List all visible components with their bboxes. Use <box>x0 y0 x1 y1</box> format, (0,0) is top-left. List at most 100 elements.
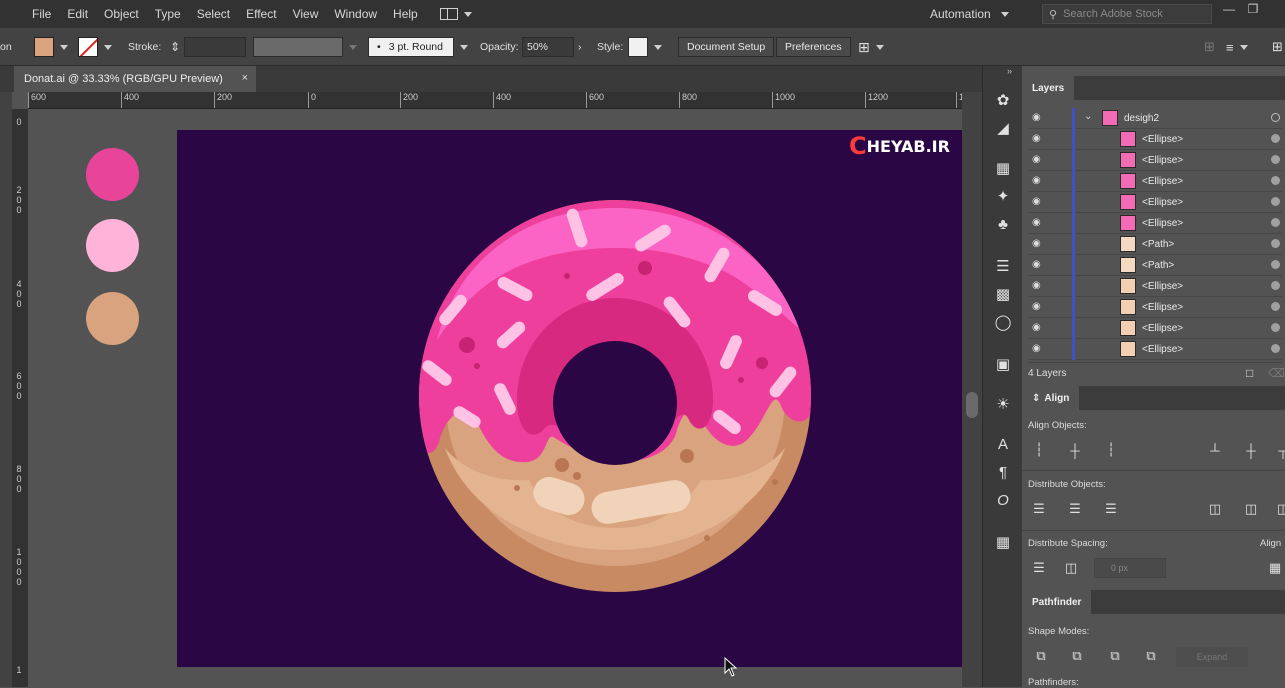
distribute-vcenter-icon[interactable]: ☰ <box>1066 501 1084 517</box>
search-stock-input[interactable]: ⚲ Search Adobe Stock <box>1042 4 1212 24</box>
align-hcenter-icon[interactable]: ┼ <box>1066 442 1084 458</box>
eye-icon[interactable]: ◉ <box>1032 301 1044 313</box>
distribute-bottom-icon[interactable]: ☰ <box>1102 501 1120 517</box>
layer-row[interactable]: ◉ <Path> <box>1028 255 1282 276</box>
swatch-light-pink-circle[interactable] <box>86 219 139 272</box>
pathfinder-tab[interactable]: Pathfinder <box>1022 590 1092 614</box>
collapse-icon[interactable]: » <box>1007 66 1012 76</box>
distribute-hspace-icon[interactable]: ◫ <box>1062 560 1080 576</box>
menu-help[interactable]: Help <box>385 7 426 21</box>
menu-view[interactable]: View <box>285 7 327 21</box>
chevron-down-icon[interactable] <box>104 44 112 50</box>
layer-row[interactable]: ◉ <Ellipse> <box>1028 192 1282 213</box>
target-icon[interactable] <box>1271 155 1280 164</box>
transform-icon[interactable]: ▦ <box>993 532 1013 552</box>
target-icon[interactable] <box>1271 344 1280 353</box>
eye-icon[interactable]: ◉ <box>1032 259 1044 271</box>
chevron-down-icon[interactable] <box>460 44 468 50</box>
color-guide-icon[interactable]: ✿ <box>993 90 1013 110</box>
stroke-stepper-icon[interactable]: ⇕ <box>170 37 180 57</box>
canvas[interactable]: C HEYAB.IR <box>28 110 962 687</box>
profile-field[interactable] <box>253 37 343 57</box>
brushes-icon[interactable]: ✦ <box>993 186 1013 206</box>
unite-icon[interactable]: ⧉ <box>1032 648 1050 664</box>
menu-window[interactable]: Window <box>326 7 385 21</box>
menu-select[interactable]: Select <box>189 7 238 21</box>
trash-icon[interactable]: ⌫ <box>1268 366 1285 380</box>
align-top-icon[interactable]: ┴ <box>1206 442 1224 458</box>
new-layer-icon[interactable]: □ <box>1246 366 1253 380</box>
menu-edit[interactable]: Edit <box>59 7 96 21</box>
layer-row[interactable]: ◉ <Ellipse> <box>1028 129 1282 150</box>
opacity-field[interactable]: 50% › <box>522 37 582 57</box>
target-icon[interactable] <box>1271 197 1280 206</box>
exclude-icon[interactable]: ⧉ <box>1142 648 1160 664</box>
eye-icon[interactable]: ◉ <box>1032 343 1044 355</box>
arrange-documents-icon[interactable] <box>439 8 458 20</box>
grid-icon[interactable]: ⊞ <box>1204 37 1215 57</box>
align-vcenter-icon[interactable]: ┼ <box>1242 442 1260 458</box>
layer-row[interactable]: ◉ <Ellipse> <box>1028 171 1282 192</box>
swatch-tan-circle[interactable] <box>86 292 139 345</box>
vertical-scrollbar[interactable] <box>962 92 982 687</box>
eye-icon[interactable]: ◉ <box>1032 217 1044 229</box>
stroke-color-picker[interactable] <box>78 37 112 57</box>
graphic-styles-icon[interactable]: ☀ <box>993 394 1013 414</box>
fill-color-picker[interactable] <box>34 37 68 57</box>
eye-icon[interactable]: ◉ <box>1032 175 1044 187</box>
menu-type[interactable]: Type <box>147 7 189 21</box>
target-icon[interactable] <box>1271 260 1280 269</box>
appearance-icon[interactable]: ▣ <box>993 354 1013 374</box>
eye-icon[interactable]: ◉ <box>1032 280 1044 292</box>
align-right-icon[interactable]: ┆ <box>1102 442 1120 458</box>
character-icon[interactable]: A <box>993 434 1013 454</box>
eye-icon[interactable]: ◉ <box>1032 196 1044 208</box>
target-icon[interactable] <box>1271 323 1280 332</box>
align-bottom-icon[interactable]: ┬ <box>1274 442 1285 458</box>
layer-row[interactable]: ◉ <Ellipse> <box>1028 318 1282 339</box>
swatches-icon[interactable]: ▦ <box>993 158 1013 178</box>
minus-front-icon[interactable]: ⧉ <box>1068 648 1086 664</box>
minimize-icon[interactable]: — <box>1222 2 1236 16</box>
target-icon[interactable] <box>1271 218 1280 227</box>
target-icon[interactable] <box>1271 281 1280 290</box>
chevron-down-icon[interactable] <box>463 11 472 17</box>
distribute-top-icon[interactable]: ☰ <box>1030 501 1048 517</box>
variable-width-profile[interactable] <box>253 37 357 57</box>
chevron-down-icon[interactable]: ⌄ <box>1084 111 1092 122</box>
layer-row[interactable]: ◉ <Ellipse> <box>1028 150 1282 171</box>
intersect-icon[interactable]: ⧉ <box>1106 648 1124 664</box>
eye-icon[interactable]: ◉ <box>1032 133 1044 145</box>
chevron-right-icon[interactable]: › <box>578 41 582 53</box>
layer-row[interactable]: ◉ <Ellipse> <box>1028 213 1282 234</box>
artboard[interactable]: C HEYAB.IR <box>177 130 962 667</box>
fill-swatch[interactable] <box>34 37 54 57</box>
swatch-pink-circle[interactable] <box>86 148 139 201</box>
layer-row[interactable]: ◉ <Ellipse> <box>1028 276 1282 297</box>
stroke-icon[interactable]: ☰ <box>993 256 1013 276</box>
distribute-left-icon[interactable]: ◫ <box>1206 501 1224 517</box>
donut-illustration[interactable] <box>177 130 962 667</box>
chevron-down-icon[interactable] <box>1239 44 1248 50</box>
brush-definition-dropdown[interactable]: • 3 pt. Round <box>368 37 468 57</box>
eye-icon[interactable]: ◉ <box>1032 238 1044 250</box>
restore-icon[interactable]: ❐ <box>1246 2 1260 16</box>
layer-row[interactable]: ◉ <Ellipse> <box>1028 339 1282 360</box>
layer-row[interactable]: ◉ <Path> <box>1028 234 1282 255</box>
eye-icon[interactable]: ◉ <box>1032 112 1044 124</box>
align-left-icon[interactable]: ┆ <box>1030 442 1048 458</box>
menu-object[interactable]: Object <box>96 7 147 21</box>
menu-file[interactable]: File <box>24 7 59 21</box>
eye-icon[interactable]: ◉ <box>1032 322 1044 334</box>
close-icon[interactable]: × <box>242 72 248 84</box>
workspace-switcher[interactable]: Automation <box>930 0 1009 28</box>
opentype-icon[interactable]: O <box>993 490 1013 510</box>
document-setup-button[interactable]: Document Setup <box>678 37 775 57</box>
target-icon[interactable] <box>1271 176 1280 185</box>
eye-icon[interactable]: ◉ <box>1032 154 1044 166</box>
stroke-weight-field[interactable] <box>184 37 246 57</box>
more-icon[interactable]: ⊞ <box>1272 37 1283 57</box>
stroke-swatch[interactable] <box>78 37 98 57</box>
layer-group-row[interactable]: ◉ ⌄ desigh2 <box>1028 108 1282 129</box>
distribute-vspace-icon[interactable]: ☰ <box>1030 560 1048 576</box>
